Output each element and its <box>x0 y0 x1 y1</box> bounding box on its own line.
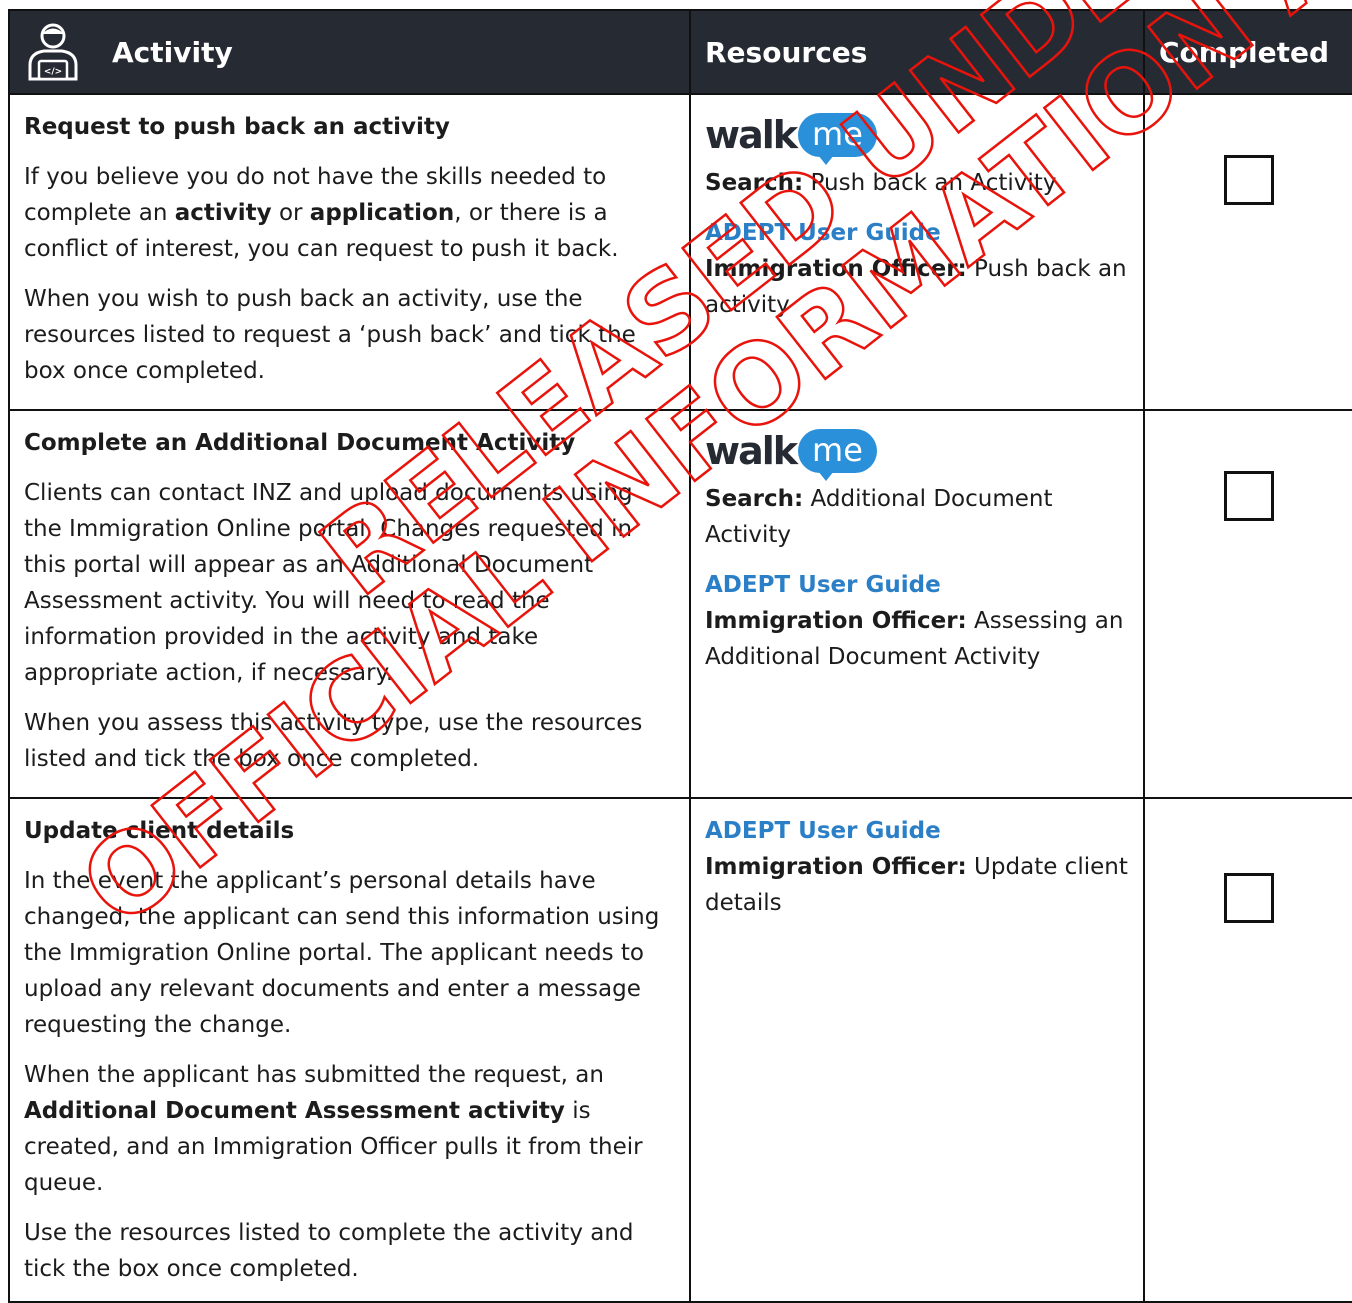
officer-reference: Immigration Officer: Push back an activi… <box>705 256 1127 318</box>
activity-title: Update client details <box>24 818 295 844</box>
header-resources: Resources <box>689 9 1145 95</box>
svg-text:</>: </> <box>44 67 62 77</box>
adept-user-guide-link[interactable]: ADEPT User Guide <box>705 567 1129 603</box>
activity-description: In the event the applicant’s personal de… <box>24 868 660 1038</box>
table-header-row: </> Activity Resources Completed <box>8 9 1352 95</box>
header-activity: </> Activity <box>8 9 691 95</box>
walkme-logo[interactable]: walk me <box>705 425 1129 481</box>
adept-user-guide-link[interactable]: ADEPT User Guide <box>705 215 1129 251</box>
activity-title: Request to push back an activity <box>24 114 450 140</box>
activity-cell: Update client details In the event the a… <box>8 797 691 1303</box>
activity-cell: Request to push back an activity If you … <box>8 93 691 411</box>
activity-instruction: When you wish to push back an activity, … <box>24 286 636 384</box>
resources-cell: ADEPT User Guide Immigration Officer: Up… <box>689 797 1145 1303</box>
completed-cell <box>1143 797 1352 1303</box>
table-row: Request to push back an activity If you … <box>8 93 1352 411</box>
activity-detail: When the applicant has submitted the req… <box>24 1062 643 1196</box>
completed-checkbox[interactable] <box>1223 873 1274 923</box>
table-row: Update client details In the event the a… <box>8 797 1352 1303</box>
resources-cell: walk me Search: Additional Document Activ… <box>689 409 1145 799</box>
activity-description: If you believe you do not have the skill… <box>24 164 619 262</box>
resources-cell: walk me Search: Push back an Activity ADE… <box>689 93 1145 411</box>
user-code-icon: </> <box>28 23 78 81</box>
activity-instruction: When you assess this activity type, use … <box>24 710 643 772</box>
completed-checkbox[interactable] <box>1223 471 1274 521</box>
activity-cell: Complete an Additional Document Activity… <box>8 409 691 799</box>
adept-user-guide-link[interactable]: ADEPT User Guide <box>705 813 1129 849</box>
officer-reference: Immigration Officer: Update client detai… <box>705 854 1128 916</box>
officer-reference: Immigration Officer: Assessing an Additi… <box>705 608 1124 670</box>
walkme-logo[interactable]: walk me <box>705 109 1129 165</box>
completed-cell <box>1143 409 1352 799</box>
completed-cell <box>1143 93 1352 411</box>
header-activity-label: Activity <box>112 35 233 69</box>
activity-instruction: Use the resources listed to complete the… <box>24 1220 634 1282</box>
activity-table: </> Activity Resources Completed Request… <box>8 9 1352 1303</box>
activity-description: Clients can contact INZ and upload docum… <box>24 480 633 686</box>
activity-title: Complete an Additional Document Activity <box>24 430 576 456</box>
walkme-search: Search: Push back an Activity <box>705 170 1057 196</box>
header-completed: Completed <box>1143 9 1352 95</box>
table-row: Complete an Additional Document Activity… <box>8 409 1352 799</box>
walkme-search: Search: Additional Document Activity <box>705 486 1053 548</box>
completed-checkbox[interactable] <box>1223 155 1274 205</box>
